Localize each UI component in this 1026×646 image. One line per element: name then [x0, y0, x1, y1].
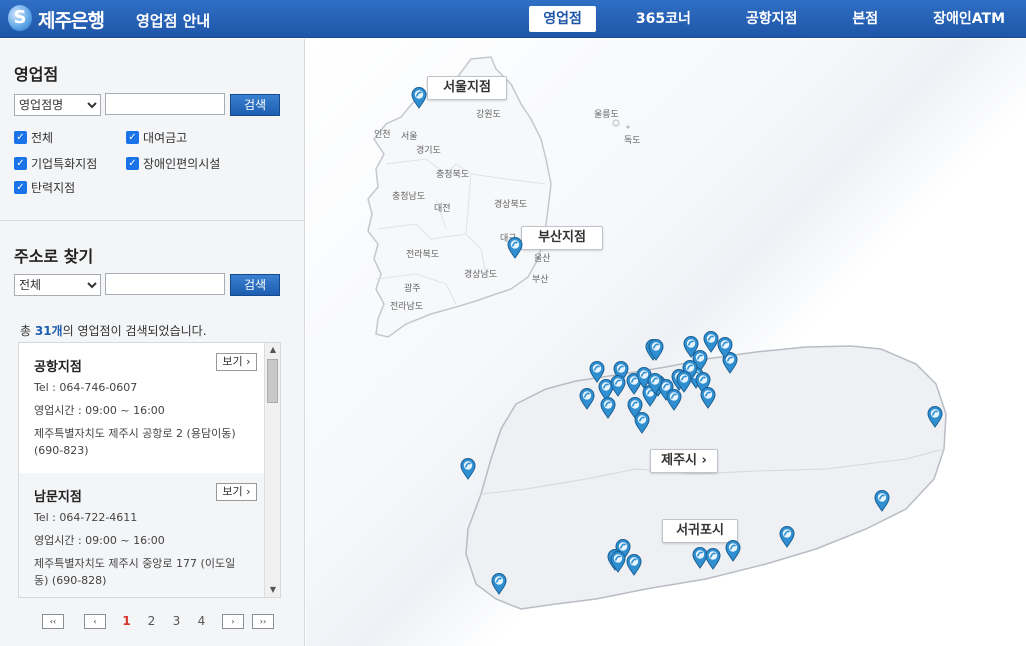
- branch-type-select[interactable]: 영업점명: [14, 94, 101, 116]
- scroll-down-icon[interactable]: ▼: [265, 583, 280, 597]
- page-2[interactable]: 2: [139, 614, 164, 628]
- branch-address: 제주특별자치도 제주시 중앙로 177 (이도일동) (690-828): [34, 557, 236, 587]
- branch-pin-icon[interactable]: [610, 375, 626, 397]
- result-summary: 총 31개의 영업점이 검색되었습니다.: [20, 324, 207, 338]
- region-label: 경기도: [416, 146, 441, 156]
- search-panel: 영업점 영업점명 검색 ✓ 전체 ✓ 대여금고 ✓ 기업특화지점 ✓ 장애인편의시설 ✓…: [0, 39, 305, 646]
- branch-pin-icon[interactable]: [725, 540, 741, 562]
- next-page-button[interactable]: ›: [222, 613, 244, 629]
- branch-pin-icon[interactable]: [676, 371, 692, 393]
- page-title: 영업점 안내: [136, 12, 211, 30]
- address-search-button[interactable]: 검색: [230, 274, 280, 296]
- region-label: 경상북도: [494, 200, 528, 210]
- branch-pin-icon[interactable]: [779, 526, 795, 548]
- branch-pin-icon[interactable]: [600, 397, 616, 419]
- region-label: 경상남도: [464, 270, 498, 280]
- checkbox-icon[interactable]: ✓: [14, 131, 27, 144]
- branch-pin-icon[interactable]: [460, 458, 476, 480]
- branch-pin-icon[interactable]: [507, 237, 523, 259]
- region-label: 충청북도: [436, 170, 470, 180]
- branch-pin-icon[interactable]: [927, 406, 943, 428]
- logo-icon[interactable]: S: [8, 5, 32, 31]
- branch-tel: Tel : 064-746-0607: [34, 381, 138, 394]
- nav-disabled-atm[interactable]: 장애인ATM: [918, 6, 1020, 32]
- region-label: 울산: [534, 254, 551, 264]
- branch-pin-icon[interactable]: [626, 554, 642, 576]
- nav-airport-branch[interactable]: 공항지점: [731, 6, 813, 32]
- branch-name[interactable]: 남문지점: [34, 486, 82, 505]
- view-button[interactable]: 보기 ›: [216, 483, 257, 501]
- branch-pin-icon[interactable]: [717, 337, 733, 359]
- checkbox-icon[interactable]: ✓: [14, 181, 27, 194]
- list-scrollbar[interactable]: ▲ ▼: [264, 343, 280, 597]
- branch-address: 제주특별자치도 제주시 공항로 2 (용담이동) (690-823): [34, 427, 236, 457]
- region-label: 서울: [401, 132, 418, 142]
- logo-text[interactable]: 제주은행: [38, 6, 105, 33]
- checkbox-flexible-branch[interactable]: ✓ 탄력지점: [14, 179, 75, 196]
- branch-pin-icon[interactable]: [705, 548, 721, 570]
- view-button[interactable]: 보기 ›: [216, 353, 257, 371]
- branch-pin-icon[interactable]: [411, 87, 427, 109]
- checkbox-accessibility[interactable]: ✓ 장애인편의시설: [126, 155, 220, 172]
- branch-search-input[interactable]: [105, 93, 225, 115]
- branch-pin-icon[interactable]: [648, 339, 664, 361]
- jeju-city-label[interactable]: 제주시 ›: [650, 449, 718, 473]
- busan-branch-label[interactable]: 부산지점: [521, 226, 603, 250]
- branch-tel: Tel : 064-722-4611: [34, 511, 138, 524]
- branch-pin-icon[interactable]: [610, 551, 626, 573]
- pagination: ‹‹ ‹ 1 2 3 4 › ››: [42, 613, 274, 629]
- seoul-branch-label[interactable]: 서울지점: [427, 76, 507, 100]
- region-label: 강원도: [476, 110, 501, 120]
- list-item[interactable]: 공항지점 보기 › Tel : 064-746-0607 영업시간 : 09:0…: [19, 343, 264, 473]
- region-label: 충청남도: [392, 192, 426, 202]
- checkbox-icon[interactable]: ✓: [14, 157, 27, 170]
- page-4[interactable]: 4: [189, 614, 214, 628]
- region-label: 전라북도: [406, 250, 440, 260]
- first-page-button[interactable]: ‹‹: [42, 613, 64, 629]
- branch-list[interactable]: 공항지점 보기 › Tel : 064-746-0607 영업시간 : 09:0…: [18, 342, 281, 598]
- list-item[interactable]: 남문지점 보기 › Tel : 064-722-4611 영업시간 : 09:0…: [19, 473, 264, 597]
- section-divider: [0, 220, 305, 221]
- branch-hours: 영업시간 : 09:00 ~ 16:00: [34, 534, 165, 547]
- result-count: 31개: [34, 324, 63, 338]
- nav-branch[interactable]: 영업점: [529, 6, 596, 32]
- map-area[interactable]: 강원도 인천 서울 경기도 충청북도 충청남도 대전 경상북도 대구 전라북도 …: [306, 39, 1026, 646]
- branch-search-button[interactable]: 검색: [230, 94, 280, 116]
- region-label: 독도: [624, 136, 641, 146]
- page-3[interactable]: 3: [164, 614, 189, 628]
- checkbox-icon[interactable]: ✓: [126, 157, 139, 170]
- branch-hours: 영업시간 : 09:00 ~ 16:00: [34, 404, 165, 417]
- branch-pin-icon[interactable]: [579, 388, 595, 410]
- nav-365-corner[interactable]: 365코너: [621, 6, 706, 32]
- header-bar: S 제주은행 영업점 안내 영업점 365코너 공항지점 본점 장애인ATM: [0, 0, 1026, 38]
- address-search-input[interactable]: [105, 273, 225, 295]
- region-label: 광주: [404, 284, 421, 294]
- top-nav: 영업점 365코너 공항지점 본점 장애인ATM: [504, 0, 1026, 38]
- address-region-select[interactable]: 전체: [14, 274, 101, 296]
- checkbox-safe-deposit[interactable]: ✓ 대여금고: [126, 129, 187, 146]
- region-label: 울릉도: [594, 110, 619, 120]
- checkbox-icon[interactable]: ✓: [126, 131, 139, 144]
- nav-head-office[interactable]: 본점: [837, 6, 893, 32]
- region-label: 인천: [374, 130, 391, 140]
- branch-pin-icon[interactable]: [647, 373, 663, 395]
- checkbox-business-branch[interactable]: ✓ 기업특화지점: [14, 155, 97, 172]
- prev-page-button[interactable]: ‹: [84, 613, 106, 629]
- branch-pin-icon[interactable]: [491, 573, 507, 595]
- region-label: 대전: [434, 204, 451, 214]
- checkbox-all[interactable]: ✓ 전체: [14, 129, 53, 146]
- branch-search-title: 영업점: [14, 65, 59, 84]
- region-label: 부산: [532, 275, 549, 285]
- branch-pin-icon[interactable]: [874, 490, 890, 512]
- last-page-button[interactable]: ››: [252, 613, 274, 629]
- branch-pin-icon[interactable]: [700, 387, 716, 409]
- branch-name[interactable]: 공항지점: [34, 356, 82, 375]
- page-1[interactable]: 1: [114, 614, 139, 628]
- branch-pin-icon[interactable]: [634, 412, 650, 434]
- scroll-thumb[interactable]: [267, 359, 278, 403]
- region-label: 전라남도: [390, 302, 424, 312]
- address-search-title: 주소로 찾기: [14, 247, 94, 266]
- scroll-up-icon[interactable]: ▲: [265, 343, 280, 357]
